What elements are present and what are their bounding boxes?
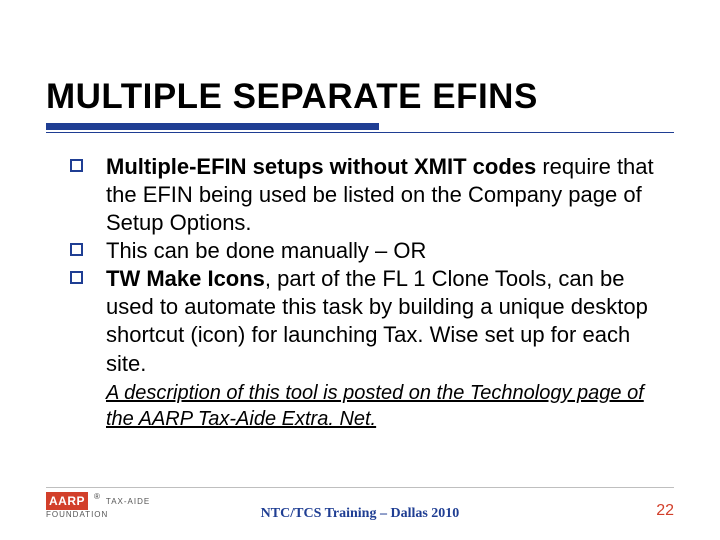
bullet-text: This can be done manually – OR <box>106 238 426 263</box>
footer-caption: NTC/TCS Training – Dallas 2010 <box>0 506 720 522</box>
page-number: 22 <box>656 502 674 520</box>
footnote: A description of this tool is posted on … <box>106 380 674 432</box>
tax-aide-text: TAX-AIDE <box>106 497 150 506</box>
slide-title: MULTIPLE SEPARATE EFINS <box>46 78 674 117</box>
bullet-bold: Multiple-EFIN setups without XMIT codes <box>106 154 536 179</box>
footer-rule <box>46 487 674 488</box>
title-rule <box>46 123 674 135</box>
registered-icon: ® <box>94 492 100 501</box>
list-item: Multiple-EFIN setups without XMIT codes … <box>70 153 674 237</box>
bullet-bold: TW Make Icons <box>106 266 265 291</box>
list-item: This can be done manually – OR <box>70 237 674 265</box>
list-item: TW Make Icons, part of the FL 1 Clone To… <box>70 265 674 378</box>
bullet-list: Multiple-EFIN setups without XMIT codes … <box>70 153 674 378</box>
